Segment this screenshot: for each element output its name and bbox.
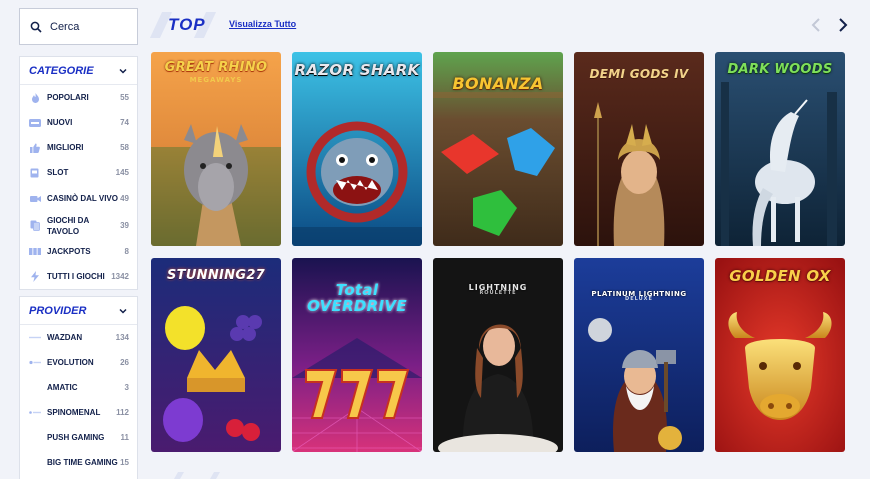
game-tile-bonanza[interactable]: BONANZA (433, 52, 563, 246)
chevron-left-icon (811, 18, 820, 32)
game-title: DEMI GODS IV (589, 67, 689, 81)
wazdan-logo-icon (29, 333, 41, 343)
game-artwork (715, 258, 845, 452)
category-item-popolari[interactable]: POPOLARI 55 (20, 85, 137, 110)
provider-item-wazdan[interactable]: WAZDAN 134 (20, 325, 137, 350)
search-icon (30, 21, 42, 33)
category-count: 1342 (111, 272, 129, 281)
provider-count: 11 (120, 433, 129, 442)
camera-icon (29, 194, 41, 204)
category-item-casino-dal-vivo[interactable]: CASINÒ DAL VIVO 49 (20, 185, 137, 212)
spinomenal-logo-icon (29, 408, 41, 418)
provider-label: PUSH GAMING (47, 433, 105, 442)
provider-count: 15 (120, 458, 129, 467)
game-tile-dark-woods[interactable]: DARK WOODS (715, 52, 845, 246)
provider-label: EVOLUTION (47, 358, 94, 367)
category-count: 49 (120, 194, 129, 203)
category-label: JACKPOTS (47, 247, 91, 256)
category-count: 39 (120, 221, 129, 230)
category-item-tutti-i-giochi[interactable]: TUTTI I GIOCHI 1342 (20, 264, 137, 289)
category-item-migliori[interactable]: MIGLIORI 58 (20, 135, 137, 160)
chevron-down-icon[interactable] (118, 66, 128, 76)
slot-machine-icon (29, 168, 41, 178)
category-item-jackpots[interactable]: JACKPOTS 8 (20, 239, 137, 264)
next-button[interactable] (835, 16, 851, 34)
game-grid: GREAT RHINO MEGAWAYS RAZOR SHARK BONANZA (151, 52, 845, 452)
provider-count: 112 (116, 408, 129, 417)
chevron-right-icon (839, 18, 848, 32)
categories-panel: CATEGORIE POPOLARI 55 NUOVI 74 MIGLIORI … (19, 56, 138, 290)
category-label: MIGLIORI (47, 143, 84, 152)
game-artwork (151, 258, 281, 452)
game-tile-demi-gods-iv[interactable]: DEMI GODS IV (574, 52, 704, 246)
category-label: POPOLARI (47, 93, 89, 102)
game-tile-lightning-roulette[interactable]: LIGHTNING ROULETTE (433, 258, 563, 452)
decorative-stripes (174, 472, 220, 479)
category-label: TUTTI I GIOCHI (47, 272, 105, 281)
game-subtitle: ROULETTE (479, 290, 517, 296)
game-tile-total-overdrive[interactable]: Total OVERDRIVE (292, 258, 422, 452)
evolution-logo-icon (29, 358, 41, 368)
provider-label: AMATIC (47, 383, 78, 392)
game-title: RAZOR SHARK (294, 61, 420, 79)
game-subtitle: DELUXE (625, 296, 653, 302)
categories-header[interactable]: CATEGORIE (20, 57, 137, 85)
category-label: GIOCHI DA TAVOLO (47, 215, 89, 236)
category-count: 8 (124, 247, 129, 256)
provider-item-evolution[interactable]: EVOLUTION 26 (20, 350, 137, 375)
game-title: GREAT RHINO (164, 60, 268, 75)
cards-icon (29, 220, 41, 231)
category-label: SLOT (47, 168, 69, 177)
game-tile-great-rhino[interactable]: GREAT RHINO MEGAWAYS (151, 52, 281, 246)
game-title: GOLDEN OX (729, 267, 831, 285)
search-box[interactable] (19, 8, 138, 45)
provider-count: 3 (124, 383, 129, 392)
provider-label: SPINOMENAL (47, 408, 101, 417)
providers-panel: PROVIDER WAZDAN 134 EVOLUTION 26 AMATIC … (19, 296, 138, 479)
provider-count: 26 (120, 358, 129, 367)
providers-header[interactable]: PROVIDER (20, 297, 137, 325)
provider-count: 134 (115, 333, 129, 342)
lightning-icon (29, 271, 41, 282)
game-artwork (715, 52, 845, 246)
game-title: STUNNING27 (166, 268, 266, 283)
game-artwork (292, 52, 422, 246)
prev-button[interactable] (808, 16, 824, 34)
category-label: CASINÒ DAL VIVO (47, 194, 118, 203)
game-tile-stunning27[interactable]: STUNNING27 (151, 258, 281, 452)
provider-item-amatic[interactable]: AMATIC 3 (20, 375, 137, 400)
section-title: TOP (149, 10, 222, 40)
provider-label: BIG TIME GAMING (47, 458, 118, 467)
provider-item-spinomenal[interactable]: SPINOMENAL 112 (20, 400, 137, 425)
category-item-giochi-da-tavolo[interactable]: GIOCHI DA TAVOLO 39 (20, 212, 137, 239)
chevron-down-icon[interactable] (118, 306, 128, 316)
game-tile-golden-ox[interactable]: GOLDEN OX (715, 258, 845, 452)
category-item-slot[interactable]: SLOT 145 (20, 160, 137, 185)
view-all-link[interactable]: Visualizza Tutto (229, 19, 296, 29)
game-title: BONANZA (452, 74, 544, 93)
category-item-nuovi[interactable]: NUOVI 74 (20, 110, 137, 135)
game-tile-platinum-lightning[interactable]: PLATINUM LIGHTNING DELUXE (574, 258, 704, 452)
category-count: 58 (120, 143, 129, 152)
game-title: DARK WOODS (727, 62, 833, 77)
category-count: 55 (120, 93, 129, 102)
new-badge-icon (29, 118, 41, 128)
provider-label: WAZDAN (47, 333, 83, 342)
thumbs-up-icon (29, 143, 41, 153)
jackpot-icon (29, 247, 41, 257)
flame-icon (29, 92, 41, 103)
category-count: 74 (120, 118, 129, 127)
provider-item-push-gaming[interactable]: PUSH GAMING 11 (20, 425, 137, 450)
search-input[interactable] (50, 20, 130, 33)
category-label: NUOVI (47, 118, 73, 127)
category-count: 145 (115, 168, 129, 177)
providers-title: PROVIDER (29, 304, 87, 317)
game-subtitle: MEGAWAYS (189, 76, 243, 84)
categories-title: CATEGORIE (29, 64, 94, 77)
provider-item-big-time-gaming[interactable]: BIG TIME GAMING 15 (20, 450, 137, 475)
game-title: Total OVERDRIVE (307, 281, 407, 315)
game-tile-razor-shark[interactable]: RAZOR SHARK (292, 52, 422, 246)
section-title-text: TOP (168, 15, 206, 34)
